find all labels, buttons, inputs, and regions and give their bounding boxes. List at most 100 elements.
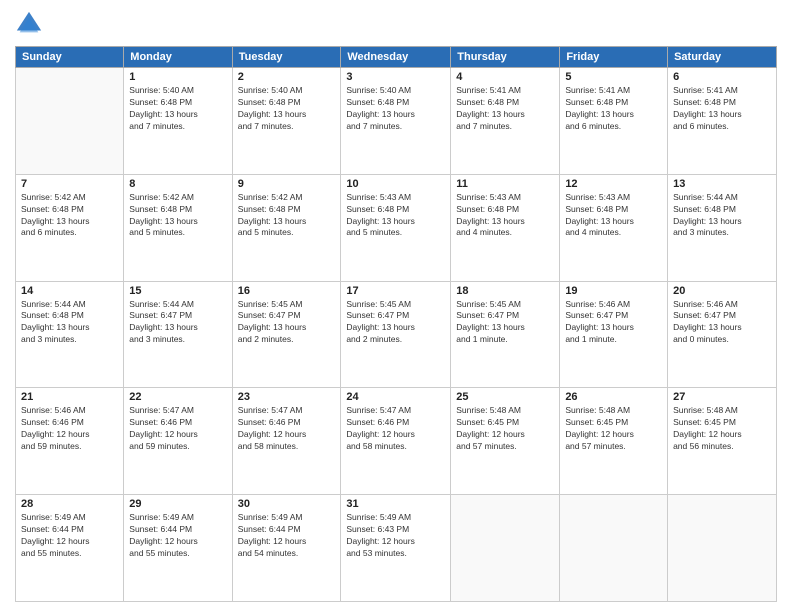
day-number: 5 (565, 71, 662, 83)
calendar-cell: 14 Sunrise: 5:44 AM Sunset: 6:48 PM Dayli… (16, 281, 124, 388)
day-info: Sunrise: 5:47 AM Sunset: 6:46 PM Dayligh… (129, 405, 226, 453)
day-number: 22 (129, 391, 226, 403)
weekday-header-sunday: Sunday (16, 47, 124, 68)
day-info: Sunrise: 5:44 AM Sunset: 6:48 PM Dayligh… (21, 299, 118, 347)
day-number: 8 (129, 178, 226, 190)
calendar-cell: 19Sunrise: 5:46 AM Sunset: 6:47 PM Dayli… (560, 281, 668, 388)
day-number: 6 (673, 71, 771, 83)
calendar-cell: 28 Sunrise: 5:49 AM Sunset: 6:44 PM Dayli… (16, 495, 124, 602)
day-info: Sunrise: 5:49 AM Sunset: 6:44 PM Dayligh… (21, 512, 118, 560)
day-number: 18 (456, 285, 554, 297)
day-info: Sunrise: 5:40 AM Sunset: 6:48 PM Dayligh… (129, 85, 226, 133)
day-number: 31 (346, 498, 445, 510)
calendar-cell (16, 68, 124, 175)
day-info: Sunrise: 5:46 AM Sunset: 6:47 PM Dayligh… (673, 299, 771, 347)
day-number: 13 (673, 178, 771, 190)
day-info: Sunrise: 5:44 AM Sunset: 6:47 PM Dayligh… (129, 299, 226, 347)
calendar-week-row: 7 Sunrise: 5:42 AM Sunset: 6:48 PM Daylig… (16, 174, 777, 281)
calendar-week-row: 14 Sunrise: 5:44 AM Sunset: 6:48 PM Dayli… (16, 281, 777, 388)
day-info: Sunrise: 5:43 AM Sunset: 6:48 PM Dayligh… (565, 192, 662, 240)
day-number: 11 (456, 178, 554, 190)
calendar-cell: 31 Sunrise: 5:49 AM Sunset: 6:43 PM Dayli… (341, 495, 451, 602)
logo (15, 10, 45, 38)
calendar-table: SundayMondayTuesdayWednesdayThursdayFrid… (15, 46, 777, 602)
day-info: Sunrise: 5:48 AM Sunset: 6:45 PM Dayligh… (565, 405, 662, 453)
weekday-header-row: SundayMondayTuesdayWednesdayThursdayFrid… (16, 47, 777, 68)
calendar-cell: 21Sunrise: 5:46 AM Sunset: 6:46 PM Dayli… (16, 388, 124, 495)
day-info: Sunrise: 5:49 AM Sunset: 6:44 PM Dayligh… (129, 512, 226, 560)
calendar-cell: 18Sunrise: 5:45 AM Sunset: 6:47 PM Dayli… (451, 281, 560, 388)
day-info: Sunrise: 5:45 AM Sunset: 6:47 PM Dayligh… (346, 299, 445, 347)
calendar-cell: 4 Sunrise: 5:41 AM Sunset: 6:48 PM Daylig… (451, 68, 560, 175)
weekday-header-tuesday: Tuesday (232, 47, 341, 68)
day-number: 1 (129, 71, 226, 83)
calendar-cell: 22 Sunrise: 5:47 AM Sunset: 6:46 PM Dayli… (124, 388, 232, 495)
day-number: 7 (21, 178, 118, 190)
day-info: Sunrise: 5:41 AM Sunset: 6:48 PM Dayligh… (673, 85, 771, 133)
logo-icon (15, 10, 43, 38)
day-number: 16 (238, 285, 336, 297)
day-number: 27 (673, 391, 771, 403)
day-info: Sunrise: 5:44 AM Sunset: 6:48 PM Dayligh… (673, 192, 771, 240)
day-number: 14 (21, 285, 118, 297)
day-number: 30 (238, 498, 336, 510)
day-info: Sunrise: 5:47 AM Sunset: 6:46 PM Dayligh… (238, 405, 336, 453)
day-number: 12 (565, 178, 662, 190)
calendar-cell: 9 Sunrise: 5:42 AM Sunset: 6:48 PM Daylig… (232, 174, 341, 281)
calendar-cell: 17Sunrise: 5:45 AM Sunset: 6:47 PM Dayli… (341, 281, 451, 388)
calendar-cell: 16 Sunrise: 5:45 AM Sunset: 6:47 PM Dayli… (232, 281, 341, 388)
calendar-cell (451, 495, 560, 602)
calendar-cell: 25 Sunrise: 5:48 AM Sunset: 6:45 PM Dayli… (451, 388, 560, 495)
calendar-cell: 2 Sunrise: 5:40 AM Sunset: 6:48 PM Daylig… (232, 68, 341, 175)
calendar-cell: 15 Sunrise: 5:44 AM Sunset: 6:47 PM Dayli… (124, 281, 232, 388)
day-number: 23 (238, 391, 336, 403)
day-info: Sunrise: 5:48 AM Sunset: 6:45 PM Dayligh… (673, 405, 771, 453)
day-info: Sunrise: 5:41 AM Sunset: 6:48 PM Dayligh… (456, 85, 554, 133)
day-info: Sunrise: 5:40 AM Sunset: 6:48 PM Dayligh… (346, 85, 445, 133)
calendar-cell: 3 Sunrise: 5:40 AM Sunset: 6:48 PM Daylig… (341, 68, 451, 175)
header (15, 10, 777, 38)
day-number: 20 (673, 285, 771, 297)
calendar-cell: 13 Sunrise: 5:44 AM Sunset: 6:48 PM Dayli… (668, 174, 777, 281)
day-number: 28 (21, 498, 118, 510)
day-number: 29 (129, 498, 226, 510)
calendar-cell (560, 495, 668, 602)
day-number: 2 (238, 71, 336, 83)
weekday-header-thursday: Thursday (451, 47, 560, 68)
day-number: 3 (346, 71, 445, 83)
calendar-week-row: 28 Sunrise: 5:49 AM Sunset: 6:44 PM Dayli… (16, 495, 777, 602)
day-info: Sunrise: 5:40 AM Sunset: 6:48 PM Dayligh… (238, 85, 336, 133)
day-info: Sunrise: 5:43 AM Sunset: 6:48 PM Dayligh… (346, 192, 445, 240)
calendar-cell: 27 Sunrise: 5:48 AM Sunset: 6:45 PM Dayli… (668, 388, 777, 495)
calendar-cell: 20 Sunrise: 5:46 AM Sunset: 6:47 PM Dayli… (668, 281, 777, 388)
day-info: Sunrise: 5:49 AM Sunset: 6:44 PM Dayligh… (238, 512, 336, 560)
calendar-cell: 5Sunrise: 5:41 AM Sunset: 6:48 PM Daylig… (560, 68, 668, 175)
page: SundayMondayTuesdayWednesdayThursdayFrid… (0, 0, 792, 612)
day-number: 9 (238, 178, 336, 190)
day-info: Sunrise: 5:47 AM Sunset: 6:46 PM Dayligh… (346, 405, 445, 453)
weekday-header-wednesday: Wednesday (341, 47, 451, 68)
weekday-header-friday: Friday (560, 47, 668, 68)
day-info: Sunrise: 5:49 AM Sunset: 6:43 PM Dayligh… (346, 512, 445, 560)
calendar-cell: 30 Sunrise: 5:49 AM Sunset: 6:44 PM Dayli… (232, 495, 341, 602)
day-number: 4 (456, 71, 554, 83)
calendar-cell: 10 Sunrise: 5:43 AM Sunset: 6:48 PM Dayli… (341, 174, 451, 281)
day-info: Sunrise: 5:45 AM Sunset: 6:47 PM Dayligh… (238, 299, 336, 347)
day-info: Sunrise: 5:42 AM Sunset: 6:48 PM Dayligh… (21, 192, 118, 240)
day-number: 15 (129, 285, 226, 297)
calendar-cell: 24Sunrise: 5:47 AM Sunset: 6:46 PM Dayli… (341, 388, 451, 495)
calendar-cell: 26 Sunrise: 5:48 AM Sunset: 6:45 PM Dayli… (560, 388, 668, 495)
day-number: 19 (565, 285, 662, 297)
calendar-cell: 12 Sunrise: 5:43 AM Sunset: 6:48 PM Dayli… (560, 174, 668, 281)
calendar-cell: 29 Sunrise: 5:49 AM Sunset: 6:44 PM Dayli… (124, 495, 232, 602)
day-info: Sunrise: 5:42 AM Sunset: 6:48 PM Dayligh… (238, 192, 336, 240)
calendar-week-row: 1 Sunrise: 5:40 AM Sunset: 6:48 PM Daylig… (16, 68, 777, 175)
day-info: Sunrise: 5:48 AM Sunset: 6:45 PM Dayligh… (456, 405, 554, 453)
day-number: 10 (346, 178, 445, 190)
calendar-cell: 11 Sunrise: 5:43 AM Sunset: 6:48 PM Dayli… (451, 174, 560, 281)
day-info: Sunrise: 5:46 AM Sunset: 6:46 PM Dayligh… (21, 405, 118, 453)
day-number: 26 (565, 391, 662, 403)
weekday-header-saturday: Saturday (668, 47, 777, 68)
day-info: Sunrise: 5:43 AM Sunset: 6:48 PM Dayligh… (456, 192, 554, 240)
day-number: 25 (456, 391, 554, 403)
